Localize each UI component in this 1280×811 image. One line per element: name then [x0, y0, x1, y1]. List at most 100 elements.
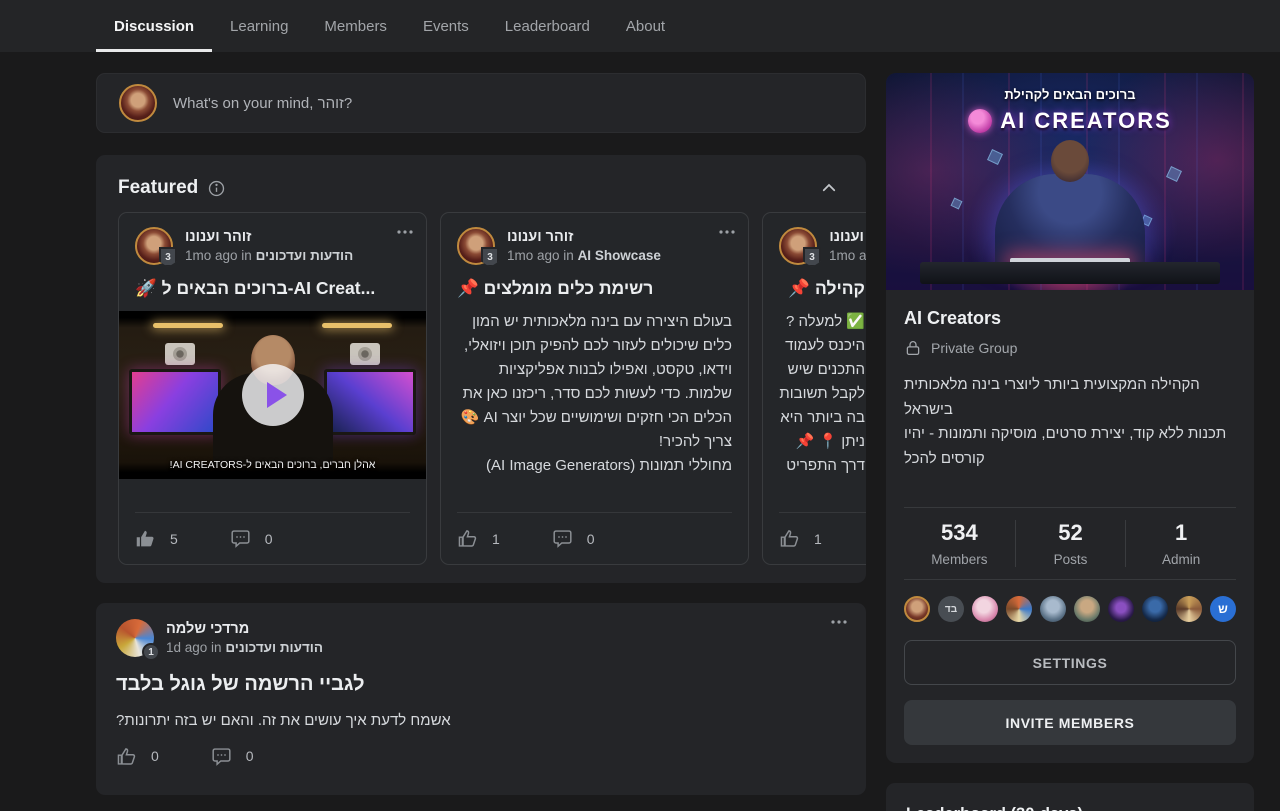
- body-line: ✅ למעלה ?: [779, 310, 865, 334]
- stat-posts: 52 Posts: [1015, 520, 1126, 567]
- studio-light: [153, 323, 223, 328]
- stat-label: Posts: [1016, 552, 1126, 567]
- post-body: אשמח לדעת איך עושים את זה. והאם יש בזה י…: [116, 712, 846, 729]
- feed-post-card[interactable]: 1 מרדכי שלמה 1d ago in הודעות ועדכונים ל…: [96, 603, 866, 795]
- comment-count: 0: [265, 531, 273, 547]
- post-title[interactable]: 📌 רשימת כלים מומלצים: [457, 278, 732, 299]
- author-name[interactable]: זוהר וענונו: [185, 229, 353, 245]
- post-body: ✅ למעלה ? היכנס לעמוד התכנים שיש לקבל תש…: [779, 310, 865, 478]
- members-avatar-row: בד ש: [904, 580, 1236, 624]
- post-title[interactable]: 🚀 ברוכים הבאים ל-AI Creat...: [135, 278, 410, 299]
- like-button[interactable]: 1: [457, 528, 540, 549]
- member-avatar[interactable]: ש: [1210, 596, 1236, 622]
- member-avatar[interactable]: בד: [938, 596, 964, 622]
- tab-leaderboard[interactable]: Leaderboard: [487, 0, 608, 52]
- like-count: 0: [151, 748, 159, 764]
- member-avatar[interactable]: [1040, 596, 1066, 622]
- author-name[interactable]: זוהר וענונו: [829, 229, 866, 245]
- comment-button[interactable]: 0: [552, 528, 635, 549]
- author-name[interactable]: זוהר וענונו: [507, 229, 661, 245]
- author-avatar[interactable]: 3: [135, 227, 173, 265]
- post-title[interactable]: לגביי הרשמה של גוגל בלבד: [116, 673, 846, 696]
- member-avatar[interactable]: [1108, 596, 1134, 622]
- stat-admins: 1 Admin: [1125, 520, 1236, 567]
- monitor-left: [129, 369, 221, 435]
- level-badge: 1: [142, 643, 160, 661]
- post-composer[interactable]: What's on your mind, זוהר?: [96, 73, 866, 133]
- body-line: היכנס לעמוד: [779, 334, 865, 358]
- body-line: לקבל תשובות: [779, 382, 865, 406]
- banner-logo-text: AI CREATORS: [1000, 108, 1172, 134]
- featured-post-card-welcome[interactable]: 3 זוהר וענונו 1mo ago in הודעות ועדכונים…: [118, 212, 427, 565]
- post-menu-dots-icon[interactable]: [718, 229, 736, 235]
- banner-figure: [995, 174, 1145, 264]
- banner-welcome-text: ברוכים הבאים לקהילת: [886, 87, 1254, 102]
- comment-button[interactable]: 0: [211, 746, 294, 767]
- tab-discussion[interactable]: Discussion: [96, 0, 212, 52]
- lock-icon: [904, 339, 922, 357]
- like-button[interactable]: 1: [779, 528, 862, 549]
- comment-count: 0: [246, 748, 254, 764]
- like-button[interactable]: 5: [135, 528, 218, 549]
- stat-members: 534 Members: [904, 520, 1015, 567]
- studio-light: [322, 323, 392, 328]
- tab-about[interactable]: About: [608, 0, 683, 52]
- featured-post-card-community[interactable]: 3 זוהר וענונו 1mo ago in קהילה 📌 ✅ למעלה…: [762, 212, 866, 565]
- member-avatar[interactable]: [1142, 596, 1168, 622]
- floating-cube: [1166, 166, 1182, 182]
- monitor-right: [324, 369, 416, 435]
- post-time: 1d ago in: [166, 640, 222, 655]
- body-line: דרך התפריט: [779, 454, 865, 478]
- author-name[interactable]: מרדכי שלמה: [166, 621, 323, 637]
- comment-count: 0: [587, 531, 595, 547]
- ai-creators-brain-logo-icon: [968, 109, 992, 133]
- stat-label: Admin: [1126, 552, 1236, 567]
- floating-cube: [951, 197, 963, 209]
- tab-members[interactable]: Members: [306, 0, 405, 52]
- banner-desk: [920, 262, 1220, 284]
- current-user-avatar: [119, 84, 157, 122]
- post-category[interactable]: AI Showcase: [578, 248, 661, 263]
- comment-button[interactable]: 0: [230, 528, 313, 549]
- post-menu-dots-icon[interactable]: [396, 229, 414, 235]
- settings-button[interactable]: SETTINGS: [904, 640, 1236, 685]
- tab-events[interactable]: Events: [405, 0, 487, 52]
- member-avatar[interactable]: [1006, 596, 1032, 622]
- play-button[interactable]: [242, 364, 304, 426]
- tab-learning[interactable]: Learning: [212, 0, 306, 52]
- stat-value: 52: [1016, 520, 1126, 546]
- post-menu-dots-icon[interactable]: [830, 619, 848, 625]
- group-banner-image[interactable]: ברוכים הבאים לקהילת AI CREATORS: [886, 73, 1254, 290]
- featured-title: Featured: [118, 177, 198, 199]
- stat-value: 534: [904, 520, 1015, 546]
- privacy-label: Private Group: [931, 340, 1017, 356]
- member-avatar[interactable]: [1176, 596, 1202, 622]
- community-tab-bar: Discussion Learning Members Events Leade…: [0, 0, 1280, 52]
- group-name: AI Creators: [904, 308, 1236, 329]
- level-badge: 3: [481, 247, 499, 267]
- member-avatar[interactable]: [1074, 596, 1100, 622]
- author-avatar[interactable]: 3: [779, 227, 817, 265]
- body-line: בה ביותר היא: [779, 406, 865, 430]
- info-icon[interactable]: [208, 180, 225, 197]
- post-title[interactable]: קהילה 📌: [779, 278, 865, 299]
- floating-cube: [987, 149, 1003, 165]
- member-avatar[interactable]: [904, 596, 930, 622]
- collapse-featured-chevron-up-icon[interactable]: [820, 179, 838, 197]
- stat-label: Members: [904, 552, 1015, 567]
- like-button[interactable]: 0: [116, 746, 199, 767]
- featured-post-card-tools[interactable]: 3 זוהר וענונו 1mo ago in AI Showcase 📌 ר…: [440, 212, 749, 565]
- post-time: 1mo ago in: [185, 248, 252, 263]
- like-count: 1: [814, 531, 822, 547]
- invite-members-button[interactable]: INVITE MEMBERS: [904, 700, 1236, 745]
- group-stats: 534 Members 52 Posts 1 Admin: [904, 507, 1236, 580]
- author-avatar[interactable]: 1: [116, 619, 154, 657]
- member-avatar[interactable]: [972, 596, 998, 622]
- video-thumbnail[interactable]: אהלן חברים, ברוכים הבאים ל-AI CREATORS!: [119, 311, 426, 479]
- post-time: 1mo ago in: [507, 248, 574, 263]
- post-category[interactable]: הודעות ועדכונים: [256, 248, 354, 263]
- author-avatar[interactable]: 3: [457, 227, 495, 265]
- body-line: התכנים שיש: [779, 358, 865, 382]
- post-category[interactable]: הודעות ועדכונים: [225, 640, 323, 655]
- post-time: 1mo ago in: [829, 248, 866, 263]
